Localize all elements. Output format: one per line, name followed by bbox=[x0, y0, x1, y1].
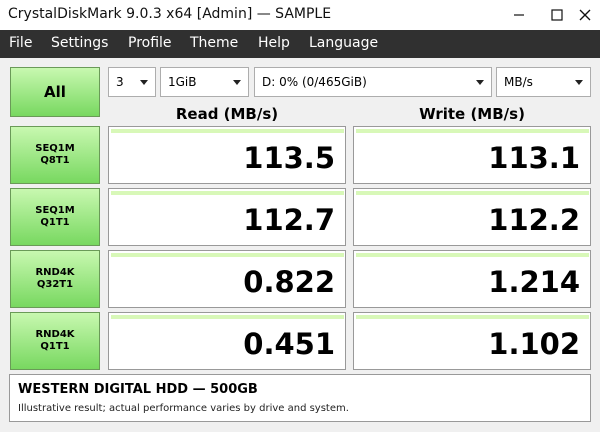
menu-help[interactable]: Help bbox=[258, 35, 290, 51]
drive-select[interactable]: D: 0% (0/465GiB) bbox=[254, 67, 492, 97]
test-params: Q1T1 bbox=[40, 341, 70, 352]
read-progress-bar bbox=[111, 315, 344, 319]
test-size-select[interactable]: 1GiB bbox=[160, 67, 249, 97]
all-button-label: All bbox=[44, 83, 66, 101]
main-panel: All 3 1GiB D: 0% (0/465GiB) MB/s Read (M… bbox=[0, 58, 600, 432]
test-rnd4k-q32t1-button[interactable]: RND4K Q32T1 bbox=[10, 250, 100, 308]
read-value: 0.822 bbox=[243, 265, 335, 299]
all-button[interactable]: All bbox=[10, 67, 100, 117]
write-result-box: 112.2 bbox=[353, 188, 591, 246]
chevron-down-icon bbox=[233, 80, 241, 85]
read-progress-bar bbox=[111, 191, 344, 195]
read-value: 112.7 bbox=[243, 203, 335, 237]
write-value: 113.1 bbox=[488, 141, 580, 175]
read-progress-bar bbox=[111, 129, 344, 133]
close-icon bbox=[579, 9, 590, 21]
title-bar: CrystalDiskMark 9.0.3 x64 [Admin] — SAMP… bbox=[0, 0, 600, 30]
write-progress-bar bbox=[356, 315, 589, 319]
read-result-box: 0.451 bbox=[108, 312, 346, 370]
minimize-icon bbox=[514, 14, 524, 16]
test-name: RND4K bbox=[35, 267, 75, 278]
menu-settings[interactable]: Settings bbox=[51, 35, 108, 51]
write-value: 112.2 bbox=[488, 203, 580, 237]
close-button[interactable] bbox=[569, 0, 600, 30]
write-result-box: 113.1 bbox=[353, 126, 591, 184]
read-result-box: 113.5 bbox=[108, 126, 346, 184]
test-params: Q1T1 bbox=[40, 217, 70, 228]
test-rnd4k-q1t1-button[interactable]: RND4K Q1T1 bbox=[10, 312, 100, 370]
menu-bar: File Settings Profile Theme Help Languag… bbox=[0, 30, 600, 58]
comment-box[interactable]: WESTERN DIGITAL HDD — 500GB Illustrative… bbox=[9, 374, 591, 422]
disclaimer-note: Illustrative result; actual performance … bbox=[18, 403, 349, 414]
menu-file[interactable]: File bbox=[9, 35, 32, 51]
drive-value: D: 0% (0/465GiB) bbox=[262, 75, 367, 89]
test-name: SEQ1M bbox=[35, 143, 75, 154]
menu-theme[interactable]: Theme bbox=[190, 35, 238, 51]
menu-profile[interactable]: Profile bbox=[128, 35, 172, 51]
test-count-value: 3 bbox=[116, 75, 124, 89]
unit-value: MB/s bbox=[504, 75, 533, 89]
chevron-down-icon bbox=[575, 80, 583, 85]
window-title: CrystalDiskMark 9.0.3 x64 [Admin] — SAMP… bbox=[8, 6, 332, 22]
unit-select[interactable]: MB/s bbox=[496, 67, 591, 97]
test-count-select[interactable]: 3 bbox=[108, 67, 156, 97]
read-column-header: Read (MB/s) bbox=[175, 105, 279, 123]
test-seq1m-q1t1-button[interactable]: SEQ1M Q1T1 bbox=[10, 188, 100, 246]
test-params: Q8T1 bbox=[40, 155, 70, 166]
read-progress-bar bbox=[111, 253, 344, 257]
write-value: 1.102 bbox=[488, 327, 580, 361]
read-result-box: 112.7 bbox=[108, 188, 346, 246]
write-result-box: 1.102 bbox=[353, 312, 591, 370]
test-seq1m-q8t1-button[interactable]: SEQ1M Q8T1 bbox=[10, 126, 100, 184]
drive-name: WESTERN DIGITAL HDD — 500GB bbox=[18, 382, 258, 397]
test-size-value: 1GiB bbox=[168, 75, 197, 89]
test-name: RND4K bbox=[35, 329, 75, 340]
test-params: Q32T1 bbox=[36, 279, 74, 290]
read-value: 113.5 bbox=[243, 141, 335, 175]
write-progress-bar bbox=[356, 129, 589, 133]
write-column-header: Write (MB/s) bbox=[419, 105, 525, 123]
minimize-button[interactable] bbox=[499, 0, 539, 30]
chevron-down-icon bbox=[140, 80, 148, 85]
write-result-box: 1.214 bbox=[353, 250, 591, 308]
write-progress-bar bbox=[356, 191, 589, 195]
chevron-down-icon bbox=[476, 80, 484, 85]
maximize-icon bbox=[551, 9, 563, 21]
read-result-box: 0.822 bbox=[108, 250, 346, 308]
menu-language[interactable]: Language bbox=[309, 35, 378, 51]
write-value: 1.214 bbox=[488, 265, 580, 299]
test-name: SEQ1M bbox=[35, 205, 75, 216]
read-value: 0.451 bbox=[243, 327, 335, 361]
write-progress-bar bbox=[356, 253, 589, 257]
